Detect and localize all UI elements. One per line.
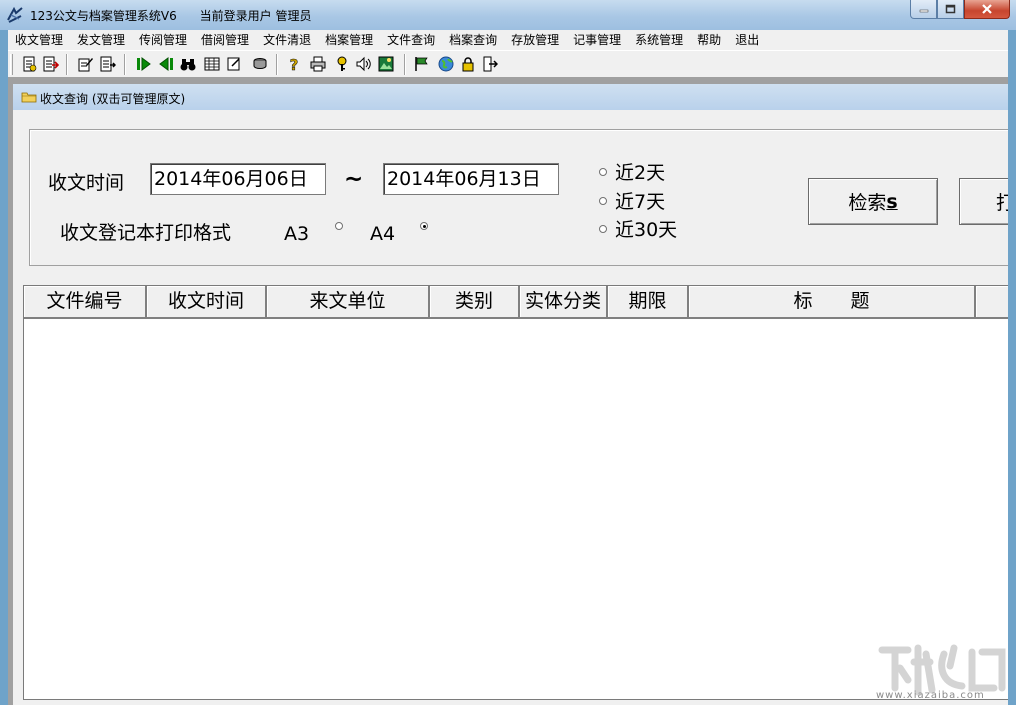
range-7-days-label: 近7天 bbox=[615, 191, 666, 213]
col-term[interactable]: 期限 bbox=[608, 286, 689, 319]
window-right-border bbox=[1008, 78, 1016, 705]
edit-doc-icon[interactable] bbox=[78, 56, 94, 72]
folder-icon bbox=[21, 92, 37, 103]
maximize-icon bbox=[945, 4, 956, 14]
col-receive-time[interactable]: 收文时间 bbox=[147, 286, 267, 319]
toolbar: ? bbox=[8, 50, 1008, 78]
col-source-unit[interactable]: 来文单位 bbox=[267, 286, 430, 319]
close-icon bbox=[982, 4, 992, 14]
results-table[interactable]: 文件编号 收文时间 来文单位 类别 实体分类 期限 标 题 bbox=[23, 285, 1008, 700]
app-name: 123公文与档案管理系统V6 bbox=[30, 9, 177, 23]
stack-icon[interactable] bbox=[252, 56, 268, 72]
app-logo-icon bbox=[7, 6, 23, 23]
forward-icon[interactable] bbox=[136, 56, 152, 72]
format-a3-label[interactable]: A3 bbox=[284, 223, 309, 245]
export-icon[interactable] bbox=[100, 56, 116, 72]
maximize-button[interactable] bbox=[937, 0, 964, 19]
range-2-days-radio[interactable]: 近2天 bbox=[599, 158, 665, 185]
format-a4-label[interactable]: A4 bbox=[370, 223, 395, 245]
search-button[interactable]: 检索 s bbox=[808, 178, 938, 225]
speaker-icon[interactable] bbox=[356, 56, 372, 72]
col-category[interactable]: 类别 bbox=[430, 286, 520, 319]
minimize-button[interactable] bbox=[910, 0, 937, 19]
menu-bar: 收文管理 发文管理 传阅管理 借阅管理 文件清退 档案管理 文件查询 档案查询 … bbox=[8, 30, 1008, 50]
toolbar-separator bbox=[276, 54, 278, 75]
toolbar-separator bbox=[66, 54, 68, 75]
format-a3-radio[interactable] bbox=[335, 222, 351, 230]
date-from-input[interactable]: 2014年06月06日 bbox=[150, 163, 326, 195]
window-titlebar: 123公文与档案管理系统V6 当前登录用户 管理员 bbox=[0, 0, 1016, 30]
svg-text:?: ? bbox=[290, 56, 299, 72]
toolbar-separator bbox=[404, 54, 406, 75]
close-button[interactable] bbox=[964, 0, 1010, 19]
key-icon[interactable] bbox=[334, 56, 350, 72]
menu-storage-mgmt[interactable]: 存放管理 bbox=[504, 30, 566, 50]
receive-query-form: 收文时间 2014年06月06日 ~ 2014年06月13日 收文登记本打印格式… bbox=[13, 110, 1008, 705]
help-icon[interactable]: ? bbox=[286, 56, 302, 72]
logout-icon[interactable] bbox=[482, 56, 498, 72]
format-a4-radio[interactable] bbox=[420, 222, 436, 230]
range-30-days-radio[interactable]: 近30天 bbox=[599, 215, 677, 242]
child-window-title: 收文查询 (双击可管理原文) bbox=[40, 92, 186, 106]
new-doc-icon[interactable] bbox=[21, 56, 37, 72]
table-header: 文件编号 收文时间 来文单位 类别 实体分类 期限 标 题 bbox=[24, 286, 1008, 319]
lock-icon[interactable] bbox=[460, 56, 476, 72]
table-icon[interactable] bbox=[204, 56, 220, 72]
print-icon[interactable] bbox=[310, 56, 326, 72]
search-button-label: 检索 bbox=[848, 192, 887, 214]
mdi-workspace: 收文查询 (双击可管理原文) 收文时间 2014年06月06日 ~ 2014年0… bbox=[8, 78, 1008, 705]
window-title: 123公文与档案管理系统V6 当前登录用户 管理员 bbox=[30, 7, 312, 24]
menu-archive-mgmt[interactable]: 档案管理 bbox=[318, 30, 380, 50]
toolbar-separator bbox=[124, 54, 126, 75]
flag-icon[interactable] bbox=[414, 56, 430, 72]
col-entity-class[interactable]: 实体分类 bbox=[520, 286, 608, 319]
print-format-label: 收文登记本打印格式 bbox=[60, 222, 232, 244]
current-user-label: 当前登录用户 bbox=[199, 9, 272, 23]
back-icon[interactable] bbox=[158, 56, 174, 72]
col-extra[interactable] bbox=[976, 286, 1008, 319]
current-user: 管理员 bbox=[275, 9, 312, 23]
note-icon[interactable] bbox=[226, 56, 242, 72]
range-7-days-radio[interactable]: 近7天 bbox=[599, 187, 665, 214]
menu-receive-docs[interactable]: 收文管理 bbox=[8, 30, 70, 50]
minimize-icon bbox=[919, 9, 928, 13]
image-icon[interactable] bbox=[378, 56, 394, 72]
toolbar-grip[interactable] bbox=[10, 54, 13, 75]
child-window-titlebar: 收文查询 (双击可管理原文) bbox=[13, 84, 1008, 110]
menu-file-query[interactable]: 文件查询 bbox=[380, 30, 442, 50]
date-range-separator: ~ bbox=[344, 166, 364, 192]
menu-borrowing[interactable]: 借阅管理 bbox=[194, 30, 256, 50]
menu-send-docs[interactable]: 发文管理 bbox=[70, 30, 132, 50]
binoculars-icon[interactable] bbox=[180, 56, 196, 72]
receive-time-label: 收文时间 bbox=[48, 172, 125, 194]
menu-system[interactable]: 系统管理 bbox=[628, 30, 690, 50]
menu-circulation[interactable]: 传阅管理 bbox=[132, 30, 194, 50]
date-to-input[interactable]: 2014年06月13日 bbox=[383, 163, 559, 195]
range-30-days-label: 近30天 bbox=[615, 219, 678, 241]
range-2-days-label: 近2天 bbox=[615, 162, 666, 184]
menu-file-return[interactable]: 文件清退 bbox=[256, 30, 318, 50]
window-controls bbox=[910, 0, 1010, 19]
menu-archive-query[interactable]: 档案查询 bbox=[442, 30, 504, 50]
search-hotkey: s bbox=[886, 190, 898, 213]
col-title[interactable]: 标 题 bbox=[689, 286, 976, 319]
watermark-url: www.xiazaiba.com bbox=[876, 690, 985, 701]
print-button-label: 打 bbox=[996, 192, 1008, 214]
col-file-number[interactable]: 文件编号 bbox=[24, 286, 147, 319]
search-panel: 收文时间 2014年06月06日 ~ 2014年06月13日 收文登记本打印格式… bbox=[29, 129, 1008, 266]
menu-exit[interactable]: 退出 bbox=[728, 30, 766, 50]
globe-icon[interactable] bbox=[438, 56, 454, 72]
menu-help[interactable]: 帮助 bbox=[690, 30, 728, 50]
menu-notes[interactable]: 记事管理 bbox=[566, 30, 628, 50]
exit-doc-icon[interactable] bbox=[43, 56, 59, 72]
print-button[interactable]: 打 bbox=[959, 178, 1008, 225]
